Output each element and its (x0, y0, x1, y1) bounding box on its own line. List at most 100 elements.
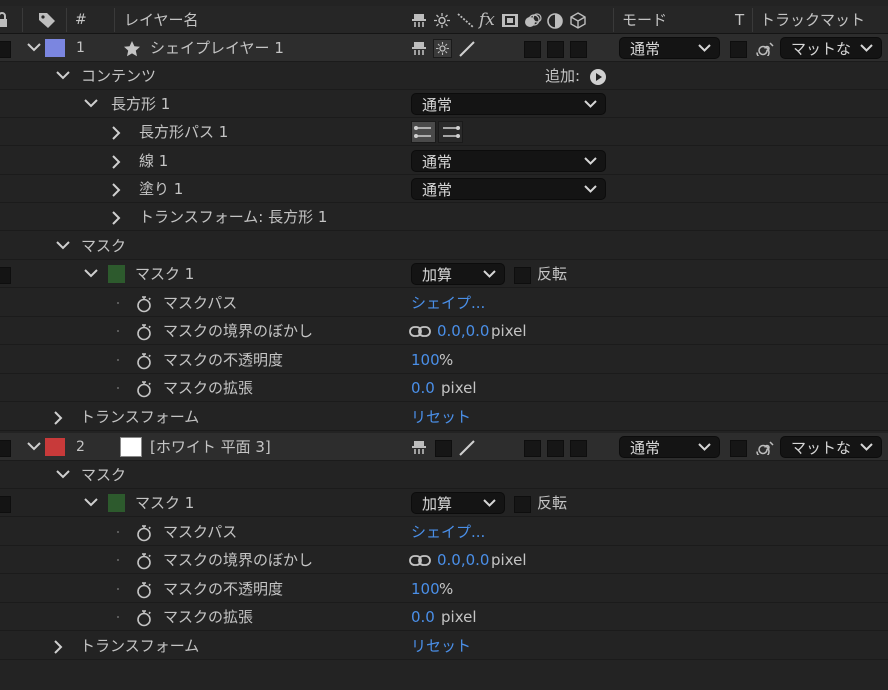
chevron-down-icon[interactable] (84, 269, 98, 279)
stopwatch-icon[interactable] (136, 552, 152, 570)
rect-path-row[interactable]: 長方形パス 1 (0, 118, 888, 146)
mask-feather-value[interactable]: 0.0,0.0 (437, 317, 489, 345)
mask-color-swatch[interactable] (108, 265, 125, 283)
chevron-down-icon[interactable] (56, 470, 70, 480)
masks-group-row[interactable]: マスク (0, 461, 888, 489)
mask-lock-switch[interactable] (0, 267, 11, 284)
reset-link[interactable]: リセット (411, 403, 471, 431)
lock-switch[interactable] (0, 440, 11, 457)
path-direction-cw-button[interactable] (411, 121, 436, 143)
tag-icon[interactable] (38, 12, 56, 28)
layer-row-1[interactable]: 1 シェイプレイヤー 1 通常 マットな (0, 34, 888, 62)
chevron-right-icon[interactable] (111, 155, 121, 169)
motion-blur-switch[interactable] (524, 41, 541, 58)
mask-opacity-value[interactable]: 100 (411, 346, 440, 374)
stopwatch-icon[interactable] (136, 581, 152, 599)
preserve-transparency-checkbox[interactable] (730, 440, 747, 457)
mask-opacity-row[interactable]: マスクの不透明度 100 % (0, 346, 888, 374)
track-matte-dropdown[interactable]: マットな (780, 37, 882, 59)
chevron-down-icon[interactable] (56, 241, 70, 251)
layer-name-column-header[interactable]: レイヤー名 (124, 6, 199, 34)
mask-mode-dropdown[interactable]: 加算 (411, 263, 505, 285)
pickwhip-icon[interactable] (756, 440, 774, 455)
quality-switch-icon[interactable] (458, 440, 476, 456)
mask-name[interactable]: マスク 1 (135, 260, 194, 288)
masks-group-row[interactable]: マスク (0, 232, 888, 260)
mask-expansion-row[interactable]: マスクの拡張 0.0 pixel (0, 374, 888, 402)
contents-row[interactable]: コンテンツ 追加: (0, 62, 888, 90)
adjustment-layer-icon[interactable] (547, 13, 563, 29)
chevron-right-icon[interactable] (53, 640, 63, 654)
collapse-transform-switch[interactable] (435, 440, 452, 457)
rect-transform-row[interactable]: トランスフォーム: 長方形 1 (0, 203, 888, 231)
stopwatch-icon[interactable] (136, 380, 152, 398)
transform-row[interactable]: トランスフォーム リセット (0, 632, 888, 660)
stopwatch-icon[interactable] (136, 295, 152, 313)
fill-row[interactable]: 塗り 1 通常 (0, 175, 888, 203)
mask-lock-switch[interactable] (0, 496, 11, 513)
mask-feather-row[interactable]: マスクの境界のぼかし 0.0,0.0 pixel (0, 546, 888, 574)
layer-mode-dropdown[interactable]: 通常 (619, 436, 720, 458)
stopwatch-icon[interactable] (136, 323, 152, 341)
mask-name[interactable]: マスク 1 (135, 489, 194, 517)
lock-icon[interactable] (0, 12, 8, 28)
transform-row[interactable]: トランスフォーム リセット (0, 403, 888, 431)
collapse-transform-switch[interactable] (433, 39, 452, 58)
rect-group-blend-dropdown[interactable]: 通常 (411, 93, 606, 115)
invert-checkbox[interactable] (514, 267, 531, 284)
chevron-down-icon[interactable] (27, 43, 41, 53)
mask-row[interactable]: マスク 1 加算 反転 (0, 260, 888, 288)
preserve-transparency-checkbox[interactable] (730, 41, 747, 58)
quality-switch-icon[interactable] (458, 41, 476, 57)
3d-switch[interactable] (570, 440, 587, 457)
quality-icon[interactable] (457, 13, 475, 28)
layer-name[interactable]: シェイプレイヤー 1 (150, 34, 284, 62)
mask-expansion-value[interactable]: 0.0 (411, 374, 435, 402)
shy-icon[interactable] (411, 13, 427, 28)
track-matte-dropdown[interactable]: マットな (780, 436, 882, 458)
stopwatch-icon[interactable] (136, 352, 152, 370)
3d-switch[interactable] (570, 41, 587, 58)
chevron-right-icon[interactable] (111, 183, 121, 197)
collapse-transform-icon[interactable] (434, 13, 450, 28)
path-direction-ccw-button[interactable] (438, 121, 463, 143)
chevron-right-icon[interactable] (111, 126, 121, 140)
stroke-blend-dropdown[interactable]: 通常 (411, 150, 606, 172)
fx-icon[interactable]: fx (479, 10, 495, 30)
adjustment-switch[interactable] (547, 41, 564, 58)
shy-icon[interactable] (411, 41, 427, 56)
mask-path-row[interactable]: マスクパス シェイプ... (0, 518, 888, 546)
chevron-down-icon[interactable] (27, 442, 41, 452)
frame-blend-icon[interactable] (501, 13, 519, 28)
chevron-down-icon[interactable] (56, 71, 70, 81)
mask-path-value[interactable]: シェイプ... (411, 518, 485, 546)
link-icon[interactable] (409, 555, 431, 566)
mask-feather-value[interactable]: 0.0,0.0 (437, 546, 489, 574)
stopwatch-icon[interactable] (136, 609, 152, 627)
layer-label-color[interactable] (45, 438, 65, 456)
motion-blur-switch[interactable] (524, 440, 541, 457)
chevron-down-icon[interactable] (84, 99, 98, 109)
layer-label-color[interactable] (45, 39, 65, 57)
mask-expansion-row[interactable]: マスクの拡張 0.0 pixel (0, 603, 888, 631)
layer-mode-dropdown[interactable]: 通常 (619, 37, 720, 59)
stopwatch-icon[interactable] (136, 524, 152, 542)
layer-name[interactable]: [ホワイト 平面 3] (150, 433, 271, 461)
motion-blur-icon[interactable] (524, 13, 542, 28)
mask-color-swatch[interactable] (108, 494, 125, 512)
chevron-right-icon[interactable] (53, 411, 63, 425)
invert-checkbox[interactable] (514, 496, 531, 513)
mask-row[interactable]: マスク 1 加算 反転 (0, 489, 888, 517)
lock-switch[interactable] (0, 41, 11, 58)
rect-group-row[interactable]: 長方形 1 通常 (0, 90, 888, 118)
mask-opacity-value[interactable]: 100 (411, 575, 440, 603)
pickwhip-icon[interactable] (756, 41, 774, 56)
play-icon[interactable] (589, 68, 607, 86)
stroke-row[interactable]: 線 1 通常 (0, 147, 888, 175)
mask-mode-dropdown[interactable]: 加算 (411, 492, 505, 514)
chevron-right-icon[interactable] (111, 211, 121, 225)
layer-row-2[interactable]: 2 [ホワイト 平面 3] 通常 マットな (0, 433, 888, 461)
mask-expansion-value[interactable]: 0.0 (411, 603, 435, 631)
shy-icon[interactable] (411, 440, 427, 455)
fill-blend-dropdown[interactable]: 通常 (411, 178, 606, 200)
